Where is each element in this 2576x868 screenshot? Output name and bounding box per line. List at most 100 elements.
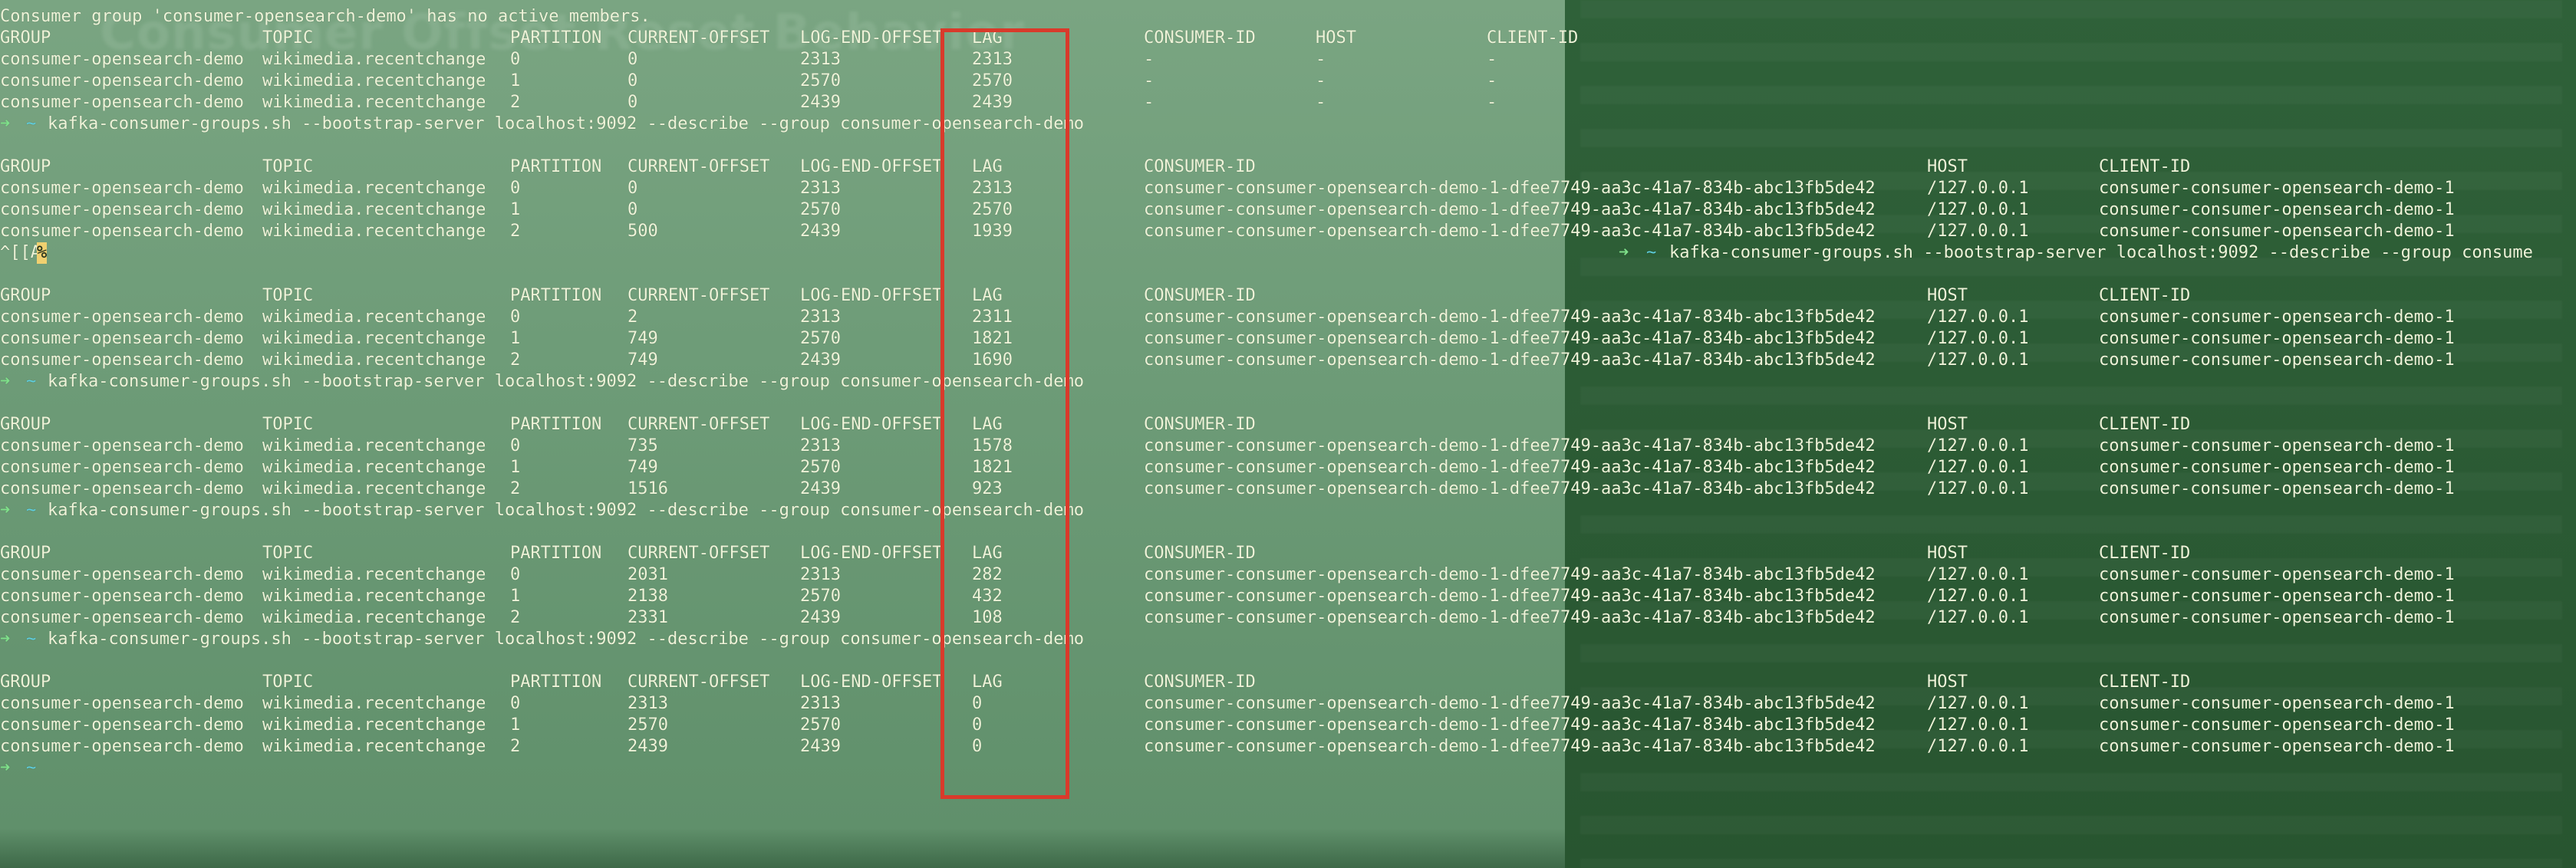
cell-log-end-offset: 2313 [800,436,841,455]
table-row: consumer-opensearch-demo wikimedia.recent… [0,221,2576,242]
cell-current-offset: 2570 [628,715,668,735]
prompt-arrow-icon: ➜ [1619,243,1629,262]
command-text: kafka-consumer-groups.sh --bootstrap-ser… [48,372,1085,391]
cell-log-end-offset: 2439 [800,350,841,370]
column-header-topic: TOPIC [262,415,314,434]
cell-consumer-id: - [1144,93,1155,112]
cell-partition: 1 [510,329,521,348]
column-header-host: HOST [1927,286,1968,305]
command-text: kafka-consumer-groups.sh --bootstrap-ser… [48,501,1085,520]
cell-group: consumer-opensearch-demo [0,458,244,477]
prompt-cwd: ~ [26,372,37,391]
column-header-group: GROUP [0,286,51,305]
cell-client-id: consumer-consumer-opensearch-demo-1 [2099,436,2455,455]
command-text: kafka-consumer-groups.sh --bootstrap-ser… [48,630,1085,649]
cell-consumer-id: consumer-consumer-opensearch-demo-1-dfee… [1144,458,1876,477]
cell-consumer-id: consumer-consumer-opensearch-demo-1-dfee… [1144,715,1876,735]
cell-client-id: consumer-consumer-opensearch-demo-1 [2099,737,2455,756]
cell-log-end-offset: 2570 [800,71,841,90]
cell-host: /127.0.0.1 [1927,737,2029,756]
prompt-line: ➜ ~ kafka-consumer-groups.sh --bootstrap-s… [0,629,2576,650]
terminal-output[interactable]: Consumer group 'consumer-opensearch-demo… [0,0,2576,868]
cell-host: /127.0.0.1 [1927,200,2029,219]
cell-current-offset: 0 [628,179,638,198]
cell-host: /127.0.0.1 [1927,608,2029,627]
cell-log-end-offset: 2570 [800,458,841,477]
prompt-cwd: ~ [26,630,37,649]
cell-group: consumer-opensearch-demo [0,608,244,627]
cell-client-id: consumer-consumer-opensearch-demo-1 [2099,307,2455,327]
cell-group: consumer-opensearch-demo [0,587,244,606]
cell-topic: wikimedia.recentchange [262,50,486,69]
cell-partition: 0 [510,436,521,455]
prompt-arrow-icon: ➜ [0,501,11,520]
column-header-host: HOST [1927,157,1968,176]
cell-client-id: - [1487,71,1497,90]
cell-consumer-id: consumer-consumer-opensearch-demo-1-dfee… [1144,350,1876,370]
cell-topic: wikimedia.recentchange [262,715,486,735]
cell-current-offset: 2439 [628,737,668,756]
cell-client-id: consumer-consumer-opensearch-demo-1 [2099,479,2455,498]
cell-topic: wikimedia.recentchange [262,329,486,348]
table-row: consumer-opensearch-demo wikimedia.recent… [0,92,2576,113]
cell-topic: wikimedia.recentchange [262,71,486,90]
cell-client-id: - [1487,50,1497,69]
column-header-topic: TOPIC [262,286,314,305]
cell-consumer-id: consumer-consumer-opensearch-demo-1-dfee… [1144,694,1876,713]
column-header-current-offset: CURRENT-OFFSET [628,157,770,176]
column-header-partition: PARTITION [510,672,602,692]
column-header-consumer-id: CONSUMER-ID [1144,672,1256,692]
table-row: consumer-opensearch-demo wikimedia.recent… [0,693,2576,715]
cell-current-offset: 0 [628,200,638,219]
prompt-arrow-icon: ➜ [0,372,11,391]
cell-partition: 0 [510,179,521,198]
cell-topic: wikimedia.recentchange [262,694,486,713]
column-header-partition: PARTITION [510,415,602,434]
cell-partition: 0 [510,565,521,584]
cell-consumer-id: consumer-consumer-opensearch-demo-1-dfee… [1144,329,1876,348]
cell-consumer-id: - [1144,50,1155,69]
cell-log-end-offset: 2313 [800,565,841,584]
cell-log-end-offset: 2570 [800,587,841,606]
table-header: GROUP TOPIC PARTITION CURRENT-OFFSET LOG-END… [0,156,2576,178]
column-header-current-offset: CURRENT-OFFSET [628,286,770,305]
cell-partition: 2 [510,222,521,241]
cell-client-id: consumer-consumer-opensearch-demo-1 [2099,329,2455,348]
cell-consumer-id: - [1144,71,1155,90]
cell-group: consumer-opensearch-demo [0,737,244,756]
cell-topic: wikimedia.recentchange [262,222,486,241]
cell-group: consumer-opensearch-demo [0,71,244,90]
table-row: consumer-opensearch-demo wikimedia.recent… [0,736,2576,758]
column-header-group: GROUP [0,672,51,692]
table-row: consumer-opensearch-demo wikimedia.recent… [0,715,2576,736]
cell-partition: 0 [510,694,521,713]
prompt-cwd: ~ [26,501,37,520]
command-text-truncated: kafka-consumer-groups.sh --bootstrap-ser… [1669,243,2533,262]
table-row: consumer-opensearch-demo wikimedia.recent… [0,49,2576,71]
column-header-partition: PARTITION [510,157,602,176]
column-header-client-id: CLIENT-ID [2099,544,2191,563]
cell-consumer-id: consumer-consumer-opensearch-demo-1-dfee… [1144,608,1876,627]
column-header-current-offset: CURRENT-OFFSET [628,672,770,692]
table-row: consumer-opensearch-demo wikimedia.recent… [0,328,2576,350]
cursor-marker: % [37,242,48,264]
cell-host: /127.0.0.1 [1927,458,2029,477]
cell-topic: wikimedia.recentchange [262,608,486,627]
cell-topic: wikimedia.recentchange [262,93,486,112]
cell-log-end-offset: 2570 [800,200,841,219]
cell-client-id: consumer-consumer-opensearch-demo-1 [2099,222,2455,241]
prompt-arrow-icon: ➜ [0,630,11,649]
cell-group: consumer-opensearch-demo [0,307,244,327]
cell-group: consumer-opensearch-demo [0,479,244,498]
cell-log-end-offset: 2313 [800,694,841,713]
column-header-consumer-id: CONSUMER-ID [1144,28,1256,48]
table-row: consumer-opensearch-demo wikimedia.recent… [0,586,2576,607]
prompt-line: ➜ ~ kafka-consumer-groups.sh --bootstrap-s… [0,500,2576,521]
table-row: consumer-opensearch-demo wikimedia.recent… [0,178,2576,199]
table-header: GROUP TOPIC PARTITION CURRENT-OFFSET LOG-END… [0,672,2576,693]
cell-group: consumer-opensearch-demo [0,50,244,69]
cell-host: /127.0.0.1 [1927,350,2029,370]
table-row: consumer-opensearch-demo wikimedia.recent… [0,350,2576,371]
cell-host: /127.0.0.1 [1927,179,2029,198]
cell-current-offset: 2331 [628,608,668,627]
